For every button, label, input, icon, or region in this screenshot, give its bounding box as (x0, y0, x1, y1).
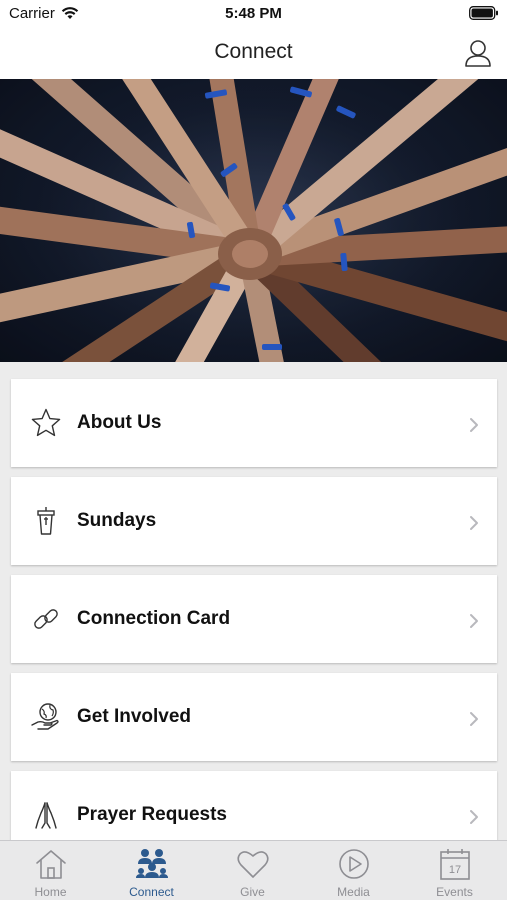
tab-give[interactable]: Give (202, 841, 303, 900)
tab-label: Home (34, 885, 67, 899)
page-title: Connect (214, 40, 293, 63)
praying-hands-icon (35, 802, 57, 829)
people-icon (136, 849, 168, 878)
play-icon (339, 849, 369, 879)
tab-media[interactable]: Media (303, 841, 404, 900)
tab-label: Give (240, 885, 265, 899)
tab-bar: Home Connect Give Media 17 Events (0, 840, 507, 900)
chevron-right-icon (470, 516, 478, 530)
chevron-right-icon (470, 712, 478, 726)
home-icon (36, 850, 66, 879)
pulpit-icon (37, 507, 55, 535)
menu-item-prayer-requests[interactable]: Prayer Requests (11, 771, 497, 840)
star-icon (31, 408, 61, 437)
profile-icon[interactable] (464, 38, 492, 68)
menu-item-get-involved[interactable]: Get Involved (11, 673, 497, 761)
status-time: 5:48 PM (225, 5, 282, 22)
tab-label: Media (337, 885, 370, 899)
navigation-bar: Connect (0, 28, 507, 79)
menu-item-label: Get Involved (77, 706, 192, 727)
tab-home[interactable]: Home (0, 841, 101, 900)
chevron-right-icon (470, 810, 478, 824)
chevron-right-icon (470, 418, 478, 432)
battery-icon (469, 6, 498, 20)
menu-item-sundays[interactable]: Sundays (11, 477, 497, 565)
calendar-day: 17 (449, 864, 461, 876)
menu-item-label: About Us (77, 412, 162, 433)
menu-item-connection-card[interactable]: Connection Card (11, 575, 497, 663)
menu-item-about-us[interactable]: About Us (11, 379, 497, 467)
tab-label: Connect (129, 885, 174, 899)
tab-label: Events (436, 885, 473, 899)
globe-hand-icon (31, 703, 59, 730)
tab-connect[interactable]: Connect (101, 841, 202, 900)
connect-menu: About Us Sundays Connection Card Get Inv… (0, 362, 507, 840)
menu-item-label: Connection Card (77, 608, 231, 629)
hero-image (0, 79, 507, 362)
heart-icon (237, 851, 269, 878)
chevron-right-icon (470, 614, 478, 628)
menu-item-label: Sundays (77, 510, 157, 531)
status-bar: Carrier 5:48 PM (0, 0, 507, 28)
tab-events[interactable]: 17 Events (404, 841, 505, 900)
link-icon (34, 609, 58, 629)
menu-item-label: Prayer Requests (77, 804, 227, 825)
calendar-icon: 17 (440, 849, 470, 880)
